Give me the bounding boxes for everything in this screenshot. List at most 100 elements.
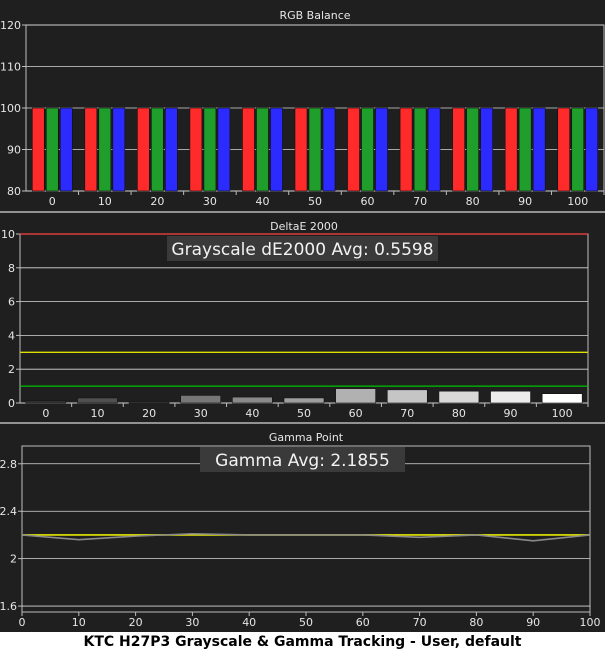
bar bbox=[413, 107, 427, 192]
bar bbox=[541, 393, 583, 404]
bar bbox=[256, 107, 269, 192]
bar bbox=[585, 107, 599, 192]
bar bbox=[189, 107, 203, 192]
x-tick-label: 60 bbox=[349, 407, 363, 420]
bar bbox=[283, 397, 325, 404]
x-tick-label: 0 bbox=[19, 616, 26, 629]
bar bbox=[518, 107, 532, 192]
bar bbox=[480, 107, 493, 192]
annotation-text: Gamma Avg: 2.1855 bbox=[215, 451, 390, 471]
x-tick-label: 70 bbox=[413, 616, 427, 629]
panel-deltae: DeltaE 200002468100 10 20 30 40 50 60 70 80 90 100… bbox=[0, 220, 605, 424]
y-tick-label: 80 bbox=[7, 185, 21, 198]
bar bbox=[399, 107, 413, 192]
chart-stage: RGB Balance 80 90 100 110 120 0 10 20 30 40 50 60 70 8… bbox=[0, 0, 605, 632]
bar bbox=[242, 107, 255, 192]
bar bbox=[84, 107, 98, 192]
bar bbox=[386, 389, 428, 404]
x-tick-label: 60 bbox=[361, 195, 375, 208]
x-tick-label: 40 bbox=[245, 407, 259, 420]
x-tick-label: 100 bbox=[567, 195, 588, 208]
bar bbox=[137, 107, 150, 192]
panel-rgb-balance: RGB Balance 80 90 100 110 120 0 10 20 30 40 50 60 70 8… bbox=[0, 9, 605, 213]
x-tick-label: 90 bbox=[504, 407, 518, 420]
y-tick-label: 100 bbox=[0, 102, 21, 115]
bar bbox=[31, 107, 45, 192]
y-tick-label: 8 bbox=[8, 262, 15, 275]
chart-title: DeltaE 2000 bbox=[270, 220, 338, 233]
x-tick-label: 20 bbox=[150, 195, 164, 208]
bar bbox=[452, 107, 465, 192]
y-tick-label: 4 bbox=[8, 329, 15, 342]
bar bbox=[112, 107, 126, 192]
y-tick-label: 120 bbox=[0, 19, 21, 32]
chart-title: Gamma Point bbox=[269, 431, 344, 444]
bar bbox=[571, 107, 585, 192]
bar bbox=[361, 107, 374, 192]
x-tick-label: 50 bbox=[299, 616, 313, 629]
y-tick-label: 6 bbox=[8, 296, 15, 309]
x-tick-label: 0 bbox=[49, 195, 56, 208]
x-tick-label: 90 bbox=[526, 616, 540, 629]
annotation-text: Grayscale dE2000 Avg: 0.5598 bbox=[171, 240, 433, 260]
x-tick-label: 10 bbox=[98, 195, 112, 208]
x-tick-label: 100 bbox=[580, 616, 601, 629]
y-tick-label: 2.8 bbox=[0, 458, 17, 471]
bar bbox=[25, 400, 67, 404]
chart-caption: KTC H27P3 Grayscale & Gamma Tracking - U… bbox=[0, 632, 605, 652]
bar bbox=[151, 107, 164, 192]
bar bbox=[504, 107, 518, 192]
bar bbox=[165, 107, 178, 192]
x-tick-label: 80 bbox=[469, 616, 483, 629]
x-tick-label: 90 bbox=[518, 195, 532, 208]
x-tick-label: 30 bbox=[203, 195, 217, 208]
x-tick-label: 100 bbox=[552, 407, 573, 420]
bar bbox=[98, 107, 112, 192]
bar bbox=[490, 390, 531, 404]
x-tick-label: 80 bbox=[466, 195, 480, 208]
x-tick-label: 0 bbox=[42, 407, 49, 420]
x-tick-label: 20 bbox=[129, 616, 143, 629]
y-tick-label: 2 bbox=[10, 553, 17, 566]
y-tick-label: 110 bbox=[0, 61, 21, 74]
x-tick-label: 80 bbox=[452, 407, 466, 420]
charts-svg: RGB Balance80901001101200 10 20 30 40 50 60 70 8… bbox=[0, 9, 605, 629]
bar bbox=[322, 107, 336, 192]
bar bbox=[438, 390, 480, 404]
bar bbox=[59, 107, 73, 192]
y-tick-label: 10 bbox=[1, 228, 15, 241]
x-tick-label: 30 bbox=[185, 616, 199, 629]
bar bbox=[347, 107, 360, 192]
bar bbox=[45, 107, 59, 192]
chart-title: RGB Balance bbox=[279, 9, 350, 22]
x-tick-label: 50 bbox=[308, 195, 322, 208]
panel-gamma-point: Gamma Point 1.6 2 2.4 2.8 0 10 20 30 40 50 60 70 80 90… bbox=[0, 431, 601, 629]
bar bbox=[270, 107, 283, 192]
y-tick-label: 2.4 bbox=[0, 505, 17, 518]
x-tick-label: 70 bbox=[400, 407, 414, 420]
bar bbox=[128, 401, 170, 404]
x-tick-label: 30 bbox=[194, 407, 208, 420]
bar bbox=[375, 107, 388, 192]
x-tick-label: 20 bbox=[142, 407, 156, 420]
bar bbox=[232, 396, 273, 404]
bar bbox=[180, 395, 222, 404]
bar bbox=[532, 107, 546, 192]
x-tick-label: 70 bbox=[413, 195, 427, 208]
bar bbox=[77, 397, 118, 404]
x-tick-label: 40 bbox=[242, 616, 256, 629]
x-tick-label: 10 bbox=[90, 407, 104, 420]
bar bbox=[308, 107, 322, 192]
y-tick-label: 1.6 bbox=[0, 600, 17, 613]
y-tick-label: 2 bbox=[8, 363, 15, 376]
x-tick-label: 40 bbox=[255, 195, 269, 208]
bar bbox=[217, 107, 231, 192]
x-tick-label: 60 bbox=[356, 616, 370, 629]
y-tick-label: 90 bbox=[7, 144, 21, 157]
y-tick-label: 0 bbox=[8, 397, 15, 410]
bar bbox=[466, 107, 479, 192]
bar bbox=[557, 107, 571, 192]
x-tick-label: 50 bbox=[297, 407, 311, 420]
bar bbox=[335, 388, 376, 404]
bar bbox=[294, 107, 308, 192]
